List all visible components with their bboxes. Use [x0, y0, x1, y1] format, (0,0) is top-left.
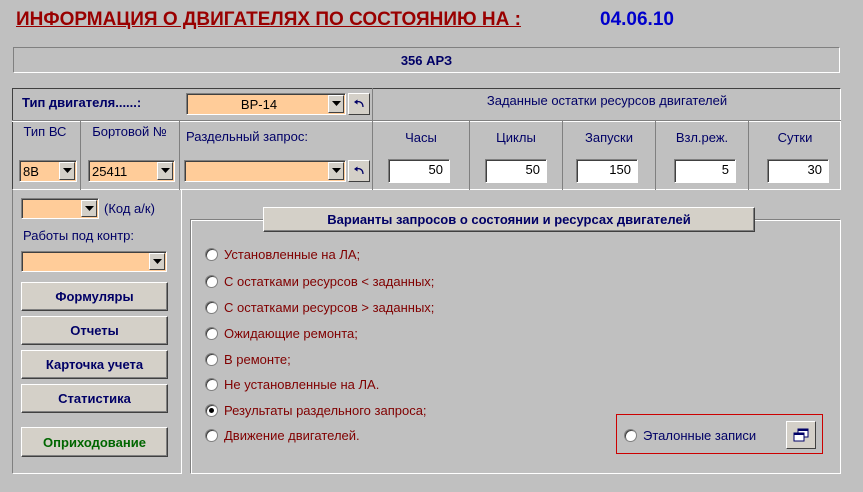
- controlled-works-label: Работы под контр:: [23, 228, 134, 243]
- aircraft-type-value: 8В: [23, 163, 39, 179]
- record-card-button[interactable]: Карточка учета: [21, 350, 168, 379]
- undo-icon: [354, 166, 364, 175]
- option-label: Не установленные на ЛА.: [224, 377, 380, 392]
- radio-button[interactable]: [205, 353, 218, 366]
- reserve-cycles-input[interactable]: 50: [485, 159, 547, 183]
- option-label: С остатками ресурсов > заданных;: [224, 300, 435, 315]
- engine-type-label: Тип двигателя......:: [22, 95, 142, 110]
- radio-button[interactable]: [205, 275, 218, 288]
- option-installed[interactable]: Установленные на ЛА;: [205, 247, 360, 262]
- option-label: С остатками ресурсов < заданных;: [224, 274, 435, 289]
- chevron-down-icon[interactable]: [157, 162, 173, 180]
- separate-query-reset-button[interactable]: [348, 160, 370, 182]
- option-awaiting-repair[interactable]: Ожидающие ремонта;: [205, 326, 358, 341]
- statistics-button[interactable]: Статистика: [21, 384, 168, 413]
- board-number-label: Бортовой №: [92, 124, 167, 139]
- airline-code-label: (Код а/к): [104, 201, 155, 216]
- option-in-repair[interactable]: В ремонте;: [205, 352, 291, 367]
- controlled-works-select[interactable]: [21, 251, 167, 272]
- window-copy-icon: [793, 428, 809, 442]
- radio-button[interactable]: [205, 327, 218, 340]
- radio-button[interactable]: [624, 429, 637, 442]
- grid-line: [179, 121, 180, 190]
- reserve-starts-label: Запуски: [585, 130, 633, 145]
- radio-button-selected[interactable]: [205, 404, 218, 417]
- option-label: Движение двигателей.: [224, 428, 360, 443]
- option-reserves-greater[interactable]: С остатками ресурсов > заданных;: [205, 300, 434, 315]
- chevron-down-icon[interactable]: [59, 162, 75, 180]
- reserves-title: Заданные остатки ресурсов двигателей: [486, 93, 728, 108]
- board-number-value: 25411: [92, 163, 128, 179]
- undo-icon: [354, 99, 364, 108]
- engine-type-select[interactable]: ВР-14: [186, 93, 346, 115]
- option-label: Ожидающие ремонта;: [224, 326, 358, 341]
- radio-dot: [209, 408, 214, 413]
- board-number-select[interactable]: 25411: [88, 160, 175, 182]
- reference-records-option[interactable]: Эталонные записи: [624, 428, 756, 443]
- engine-type-reset-button[interactable]: [348, 93, 370, 115]
- radio-button[interactable]: [205, 301, 218, 314]
- report-date: 04.06.10: [600, 9, 674, 30]
- reference-records-open-button[interactable]: [786, 421, 816, 449]
- engine-type-value: ВР-14: [240, 96, 278, 112]
- option-label: Установленные на ЛА;: [224, 247, 361, 262]
- grid-line: [12, 121, 841, 122]
- reserve-takeoff-label: Взл.реж.: [675, 130, 729, 145]
- chevron-down-icon[interactable]: [328, 95, 344, 113]
- separate-query-select[interactable]: [184, 160, 346, 182]
- option-separate-query-results[interactable]: Результаты раздельного запроса;: [205, 403, 427, 418]
- reserve-hours-label: Часы: [405, 130, 437, 145]
- grid-line: [80, 121, 81, 190]
- option-engine-movement[interactable]: Движение двигателей.: [205, 428, 360, 443]
- reports-button[interactable]: Отчеты: [21, 316, 168, 345]
- chevron-down-icon[interactable]: [328, 162, 344, 180]
- airline-code-select[interactable]: [21, 198, 99, 219]
- organization-name: 356 АРЗ: [400, 52, 453, 68]
- reserve-takeoff-input[interactable]: 5: [674, 159, 736, 183]
- chevron-down-icon[interactable]: [81, 200, 97, 217]
- reserve-starts-input[interactable]: 150: [576, 159, 638, 183]
- separate-query-label: Раздельный запрос:: [186, 129, 308, 144]
- aircraft-type-select[interactable]: 8В: [19, 160, 77, 182]
- page-title: ИНФОРМАЦИЯ О ДВИГАТЕЛЯХ ПО СОСТОЯНИЮ НА …: [16, 9, 521, 30]
- radio-button[interactable]: [205, 248, 218, 261]
- radio-button[interactable]: [205, 429, 218, 442]
- query-options-title: Варианты запросов о состоянии и ресурсах…: [263, 207, 755, 232]
- forms-button[interactable]: Формуляры: [21, 282, 168, 311]
- radio-button[interactable]: [205, 378, 218, 391]
- option-not-installed[interactable]: Не установленные на ЛА.: [205, 377, 379, 392]
- query-options-title-text: Варианты запросов о состоянии и ресурсах…: [327, 212, 691, 227]
- option-reserves-less[interactable]: С остатками ресурсов < заданных;: [205, 274, 434, 289]
- reference-records-label: Эталонные записи: [643, 428, 757, 443]
- chevron-down-icon[interactable]: [149, 253, 165, 270]
- reserve-hours-input[interactable]: 50: [388, 159, 450, 183]
- organization-banner: 356 АРЗ: [13, 47, 840, 73]
- option-label: В ремонте;: [224, 352, 291, 367]
- option-label: Результаты раздельного запроса;: [224, 403, 427, 418]
- aircraft-type-label: Тип ВС: [23, 124, 67, 139]
- receipt-button[interactable]: Оприходование: [21, 427, 168, 457]
- reserve-cycles-label: Циклы: [496, 130, 536, 145]
- reserve-days-label: Сутки: [777, 130, 813, 145]
- reserve-days-input[interactable]: 30: [767, 159, 829, 183]
